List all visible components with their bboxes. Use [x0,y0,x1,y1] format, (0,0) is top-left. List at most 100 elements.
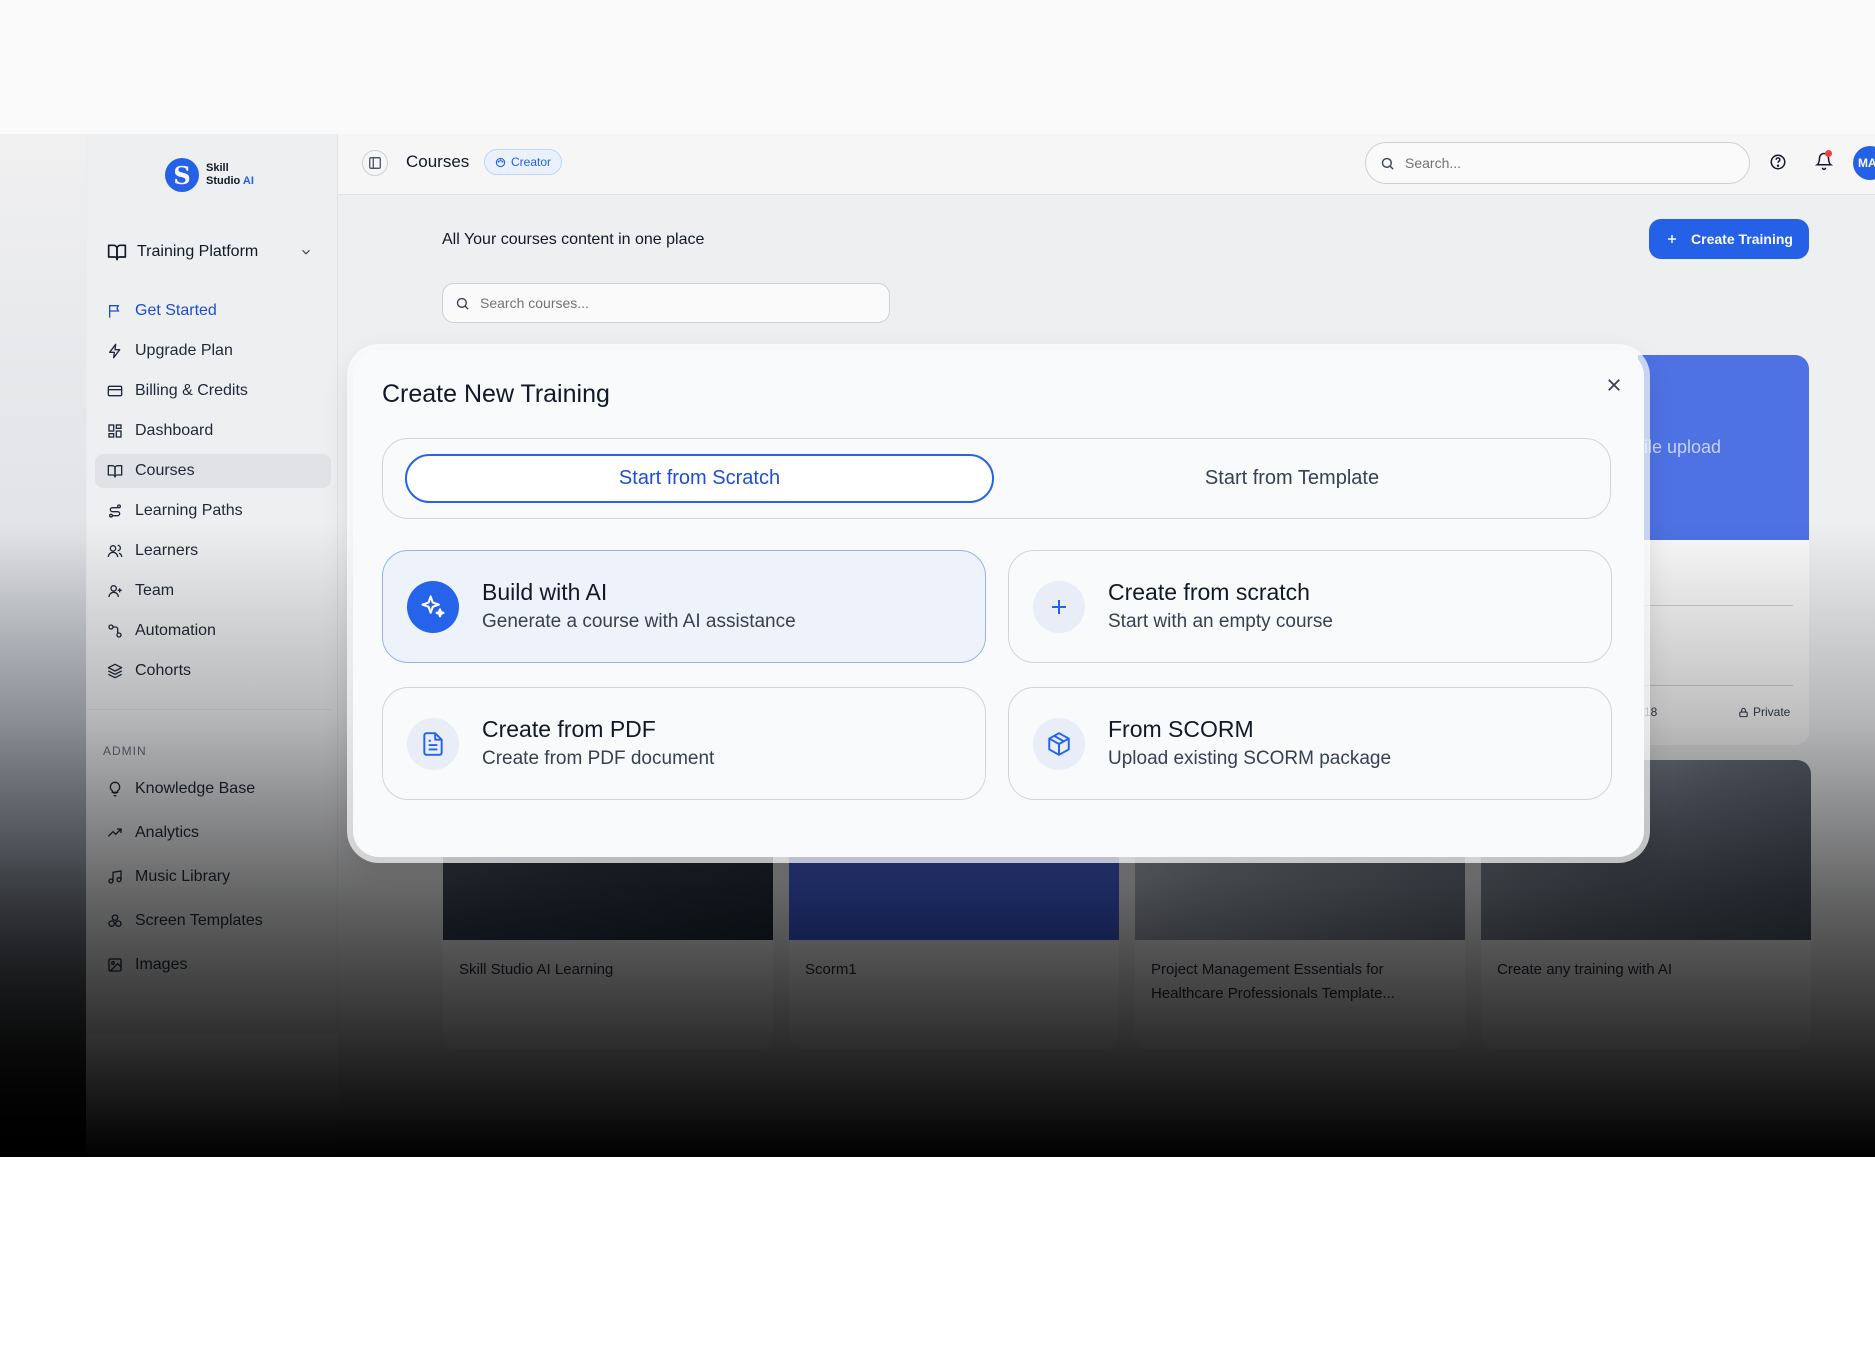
help-circle-icon [1770,154,1786,170]
book-icon [107,465,123,478]
sidebar-item-music-library[interactable]: Music Library [95,858,331,896]
notifications-button[interactable] [1814,150,1834,175]
users-icon [107,544,123,558]
toggle-sidebar-button[interactable] [362,150,388,176]
role-badge-label: Creator [511,155,552,169]
left-backdrop [0,134,86,1157]
option-description: Start with an empty course [1108,610,1333,632]
global-search-input[interactable] [1405,155,1705,171]
logo-line-2-accent: AI [242,175,254,187]
sidebar-panel-icon [369,157,381,169]
sidebar-item-learners[interactable]: Learners [95,534,331,568]
sidebar-item-analytics[interactable]: Analytics [95,814,331,852]
flag-icon [109,305,120,318]
create-training-button[interactable]: Create Training [1649,219,1809,259]
create-training-label: Create Training [1691,231,1793,247]
sidebar-item-label: Dashboard [135,422,214,439]
sidebar-item-screen-templates[interactable]: Screen Templates [95,902,331,940]
sidebar-item-label: Team [135,582,175,599]
option-icon-wrap [407,717,459,770]
visibility-label: Private [1738,705,1790,719]
option-build-with-ai[interactable]: Build with AI Generate a course with AI … [382,550,986,663]
sidebar-item-automation[interactable]: Automation [95,614,331,648]
sidebar-item-billing[interactable]: Billing & Credits [95,374,331,408]
course-title: Project Management Essentials for Health… [1151,961,1396,1002]
sidebar-item-images[interactable]: Images [95,946,331,984]
course-title: Scorm1 [805,961,857,978]
option-create-from-scratch[interactable]: Create from scratch Start with an empty … [1008,550,1612,663]
lock-icon [1739,707,1748,717]
start-mode-tabs: Start from Scratch Start from Template [382,438,1611,519]
package-icon [1048,731,1070,756]
sidebar-item-knowledge-base[interactable]: Knowledge Base [95,770,331,808]
sidebar-item-label: Learning Paths [135,502,243,519]
logo-mark-icon: S [165,158,199,192]
tab-start-from-scratch[interactable]: Start from Scratch [405,454,994,503]
palette-icon [495,157,506,167]
close-button[interactable] [1599,370,1629,400]
sidebar-item-upgrade-plan[interactable]: Upgrade Plan [95,334,331,368]
lightbulb-icon [109,781,121,797]
credit-card-icon [107,385,123,397]
page-subtitle: All Your courses content in one place [442,231,705,248]
sidebar-item-get-started[interactable]: Get Started [95,294,331,328]
avatar[interactable]: MA [1853,146,1875,180]
search-icon [1381,157,1394,170]
course-search[interactable] [442,283,890,323]
admin-section-heading: ADMIN [103,744,147,758]
option-description: Upload existing SCORM package [1108,747,1392,769]
option-from-scorm[interactable]: From SCORM Upload existing SCORM package [1008,687,1612,800]
bolt-icon [109,343,121,359]
trend-icon [107,828,122,837]
sidebar-item-label: Billing & Credits [135,382,248,399]
course-title: Skill Studio AI Learning [459,961,614,978]
image-icon [108,958,122,972]
main-nav: Get Started Upgrade Plan Billing & Credi… [95,294,331,694]
plus-icon [1667,234,1677,244]
sidebar-item-team[interactable]: Team [95,574,331,608]
sidebar-item-label: Automation [135,622,216,639]
sidebar-item-cohorts[interactable]: Cohorts [95,654,331,688]
admin-nav: Knowledge Base Analytics Music Library S… [95,770,331,990]
workspace-switcher[interactable]: Training Platform [107,236,319,268]
option-title: Create from scratch [1108,578,1310,605]
team-icon [108,585,122,598]
sidebar-item-label: Get Started [135,302,217,319]
option-create-from-pdf[interactable]: Create from PDF Create from PDF document [382,687,986,800]
sidebar-item-dashboard[interactable]: Dashboard [95,414,331,448]
sidebar: S Skill Studio AI Training Platform Get … [86,134,338,1034]
modal-title: Create New Training [382,380,610,408]
option-description: Create from PDF document [482,747,715,769]
top-bar: Courses Creator MA [338,134,1875,195]
page-title: Courses [406,152,470,171]
layers-icon [107,663,123,679]
course-card-partial[interactable]: ile upload 18 Private [1638,355,1809,745]
book-open-icon [107,244,127,261]
help-button[interactable] [1769,153,1787,176]
sidebar-item-label: Images [135,956,188,973]
sidebar-item-learning-paths[interactable]: Learning Paths [95,494,331,528]
option-title: From SCORM [1108,715,1254,742]
logo-text: Skill Studio AI [206,162,254,188]
global-search[interactable] [1365,142,1750,184]
sparkle-icon [421,594,445,617]
sidebar-divider [87,709,331,710]
option-title: Create from PDF [482,715,656,742]
brand-logo[interactable]: S Skill Studio AI [165,158,254,192]
visibility-text: Private [1753,705,1791,719]
close-icon [1608,379,1620,391]
workflow-icon [108,624,122,638]
sidebar-item-label: Cohorts [135,662,192,679]
card-divider [1638,605,1793,606]
music-icon [108,870,122,884]
course-search-input[interactable] [480,295,860,311]
course-title: Create any training with AI [1497,961,1673,978]
search-icon [456,297,469,310]
option-description: Generate a course with AI assistance [482,610,796,632]
grid-icon [108,424,122,438]
logo-line-2: Studio [206,175,241,187]
tab-start-from-template[interactable]: Start from Template [994,454,1590,503]
course-card-banner: ile upload [1638,355,1809,540]
sidebar-item-courses[interactable]: Courses [95,454,331,488]
sidebar-item-label: Learners [135,542,199,559]
